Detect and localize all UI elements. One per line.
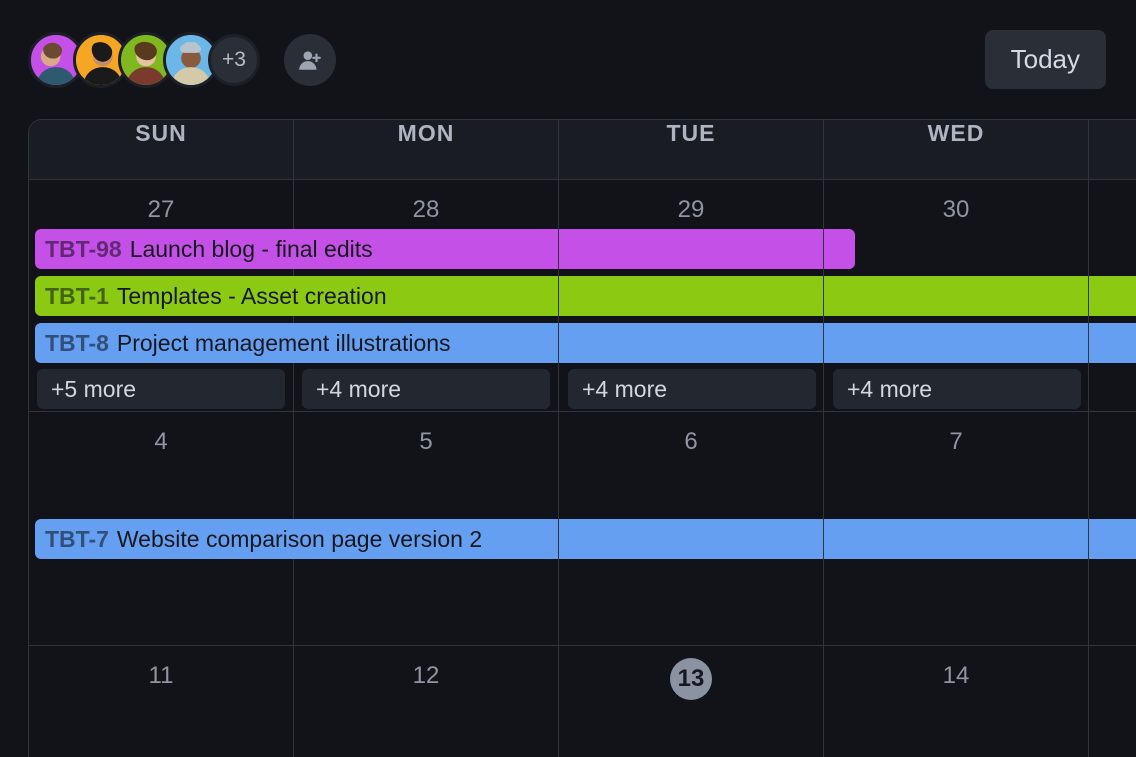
calendar-day-cell[interactable]: 5 [294, 412, 559, 646]
topbar: +3 Today [0, 0, 1136, 119]
calendar-day-cell[interactable]: 30 [824, 180, 1089, 412]
date-number: 29 [559, 180, 823, 224]
date-number: 12 [294, 646, 558, 690]
date-number: 5 [294, 412, 558, 456]
day-header [1089, 120, 1136, 180]
calendar-day-cell[interactable]: 4TBT-7Website comparison page version 2 [29, 412, 294, 646]
day-header: WED [824, 120, 1089, 180]
date-number: 11 [29, 646, 293, 690]
add-person-button[interactable] [284, 34, 336, 86]
calendar-day-cell[interactable] [1089, 412, 1136, 646]
event-key: TBT-7 [45, 526, 109, 553]
calendar-day-cell[interactable] [1089, 180, 1136, 412]
calendar-day-cell[interactable]: 11 [29, 646, 294, 757]
avatar-overflow-count[interactable]: +3 [208, 34, 260, 86]
calendar-day-cell[interactable]: 13 [559, 646, 824, 757]
calendar-grid: SUN MON TUE WED 27TBT-98Launch blog - fi… [28, 119, 1136, 757]
date-number: 6 [559, 412, 823, 456]
date-number: 7 [824, 412, 1088, 456]
calendar-day-cell[interactable]: 7 [824, 412, 1089, 646]
event-key: TBT-8 [45, 330, 109, 357]
calendar-day-cell[interactable]: 14 [824, 646, 1089, 757]
event-key: TBT-98 [45, 236, 122, 263]
date-number: 30 [824, 180, 1088, 224]
date-number [1089, 180, 1136, 196]
date-number: 28 [294, 180, 558, 224]
date-number [1089, 412, 1136, 428]
event-key: TBT-1 [45, 283, 109, 310]
date-number: 4 [29, 412, 293, 456]
calendar-week-row: 4TBT-7Website comparison page version 25… [29, 412, 1136, 646]
calendar-week-row: 1112 13 14 [29, 646, 1136, 757]
calendar-day-cell[interactable] [1089, 646, 1136, 757]
day-header: SUN [29, 120, 294, 180]
calendar-day-cell[interactable]: 29 [559, 180, 824, 412]
calendar-day-cell[interactable]: 27TBT-98Launch blog - final editsTBT-1Te… [29, 180, 294, 412]
day-header: TUE [559, 120, 824, 180]
date-number-today: 13 [670, 658, 712, 700]
day-header-row: SUN MON TUE WED [29, 120, 1136, 180]
date-number [1089, 646, 1136, 662]
today-button[interactable]: Today [985, 30, 1106, 89]
calendar-day-cell[interactable]: 12 [294, 646, 559, 757]
date-number: 14 [824, 646, 1088, 690]
add-person-icon [297, 47, 323, 73]
more-events-button[interactable]: +5 more [37, 369, 285, 409]
calendar-day-cell[interactable]: 6 [559, 412, 824, 646]
day-header: MON [294, 120, 559, 180]
calendar-week-row: 27TBT-98Launch blog - final editsTBT-1Te… [29, 180, 1136, 412]
date-number: 27 [29, 180, 293, 224]
avatar-group: +3 [28, 32, 336, 88]
calendar-day-cell[interactable]: 28 [294, 180, 559, 412]
